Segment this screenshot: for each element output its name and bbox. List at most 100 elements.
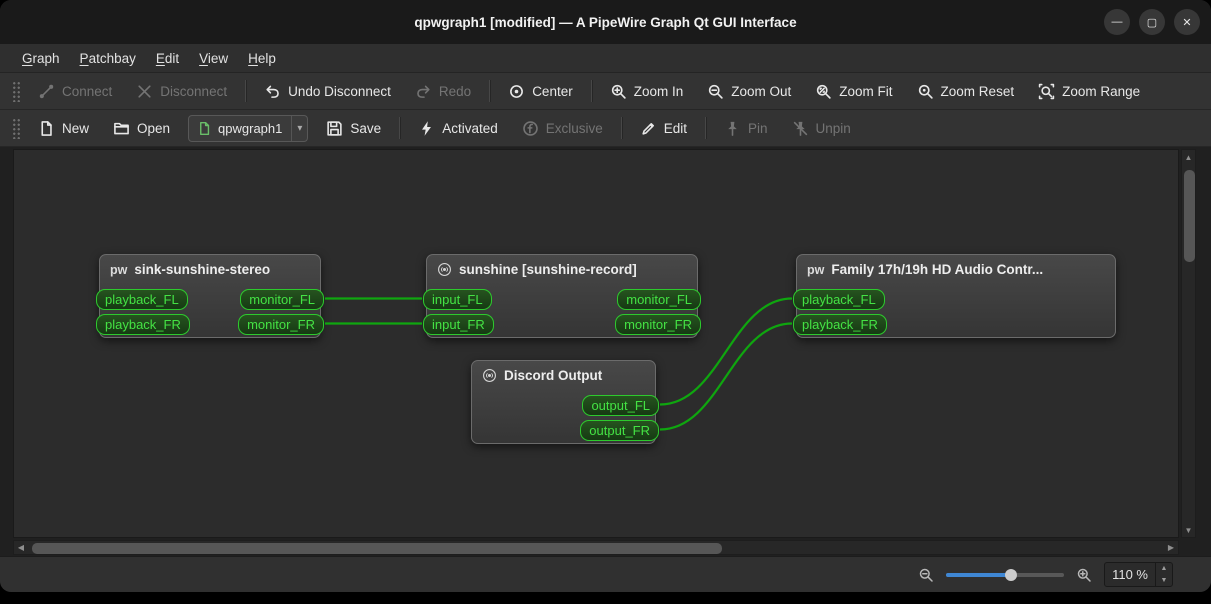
toolbar-button-label: Center	[532, 83, 573, 99]
toolbar-button-label: Undo Disconnect	[288, 83, 391, 99]
zoom-slider[interactable]	[946, 567, 1065, 583]
new-icon	[38, 120, 55, 137]
maximize-icon: ▢	[1146, 16, 1158, 29]
menu-view[interactable]: View	[189, 44, 238, 72]
port-input-fr[interactable]: input_FR	[423, 314, 494, 335]
zoom-out-small-icon[interactable]	[918, 567, 934, 583]
toolbar-handle[interactable]	[11, 80, 20, 102]
toolbar-button-edit[interactable]: Edit	[629, 115, 698, 142]
port-output-fl[interactable]: output_FL	[582, 395, 659, 416]
qpwgraph-window: qpwgraph1 [modified] — A PipeWire Graph …	[0, 0, 1211, 592]
close-button[interactable]: ✕	[1174, 9, 1200, 35]
toolbar-button-label: Exclusive	[545, 120, 603, 136]
wire-discord-output-output-fr-to-family-hd-audio-playback-fr[interactable]	[659, 322, 793, 431]
toolbar-button-zoom-reset[interactable]: Zoom Reset	[906, 78, 1026, 105]
window-controls: — ▢ ✕	[1104, 9, 1200, 35]
toolbar-button-label: Open	[137, 120, 171, 136]
chevron-down-icon: ▾	[291, 115, 302, 141]
toolbar-button-disconnect[interactable]: Disconnect	[125, 78, 238, 105]
toolbar-button-zoom-range[interactable]: Zoom Range	[1027, 78, 1151, 105]
scroll-down-arrow[interactable]: ▼	[1182, 523, 1196, 537]
port-playback-fr[interactable]: playback_FR	[793, 314, 887, 335]
redo-icon	[415, 83, 432, 100]
maximize-button[interactable]: ▢	[1139, 9, 1165, 35]
toolbar-button-label: Connect	[62, 83, 113, 99]
patchbay-combo-value: qpwgraph1	[218, 120, 283, 136]
node-title: pw sink-sunshine-stereo	[100, 255, 320, 277]
toolbar-button-connect[interactable]: Connect	[27, 78, 123, 105]
zoom-slider-thumb[interactable]	[1004, 568, 1017, 581]
port-playback-fr[interactable]: playback_FR	[96, 314, 190, 335]
app-icon	[437, 262, 452, 277]
minimize-icon: —	[1111, 16, 1123, 28]
toolbar-button-center[interactable]: Center	[497, 78, 584, 105]
port-input-fl[interactable]: input_FL	[423, 289, 492, 310]
app-icon	[482, 368, 497, 383]
node-discord-output[interactable]: Discord Output output_FL output_FR	[471, 360, 659, 444]
port-playback-fl[interactable]: playback_FL	[793, 289, 885, 310]
toolbar-button-zoom-out[interactable]: Zoom Out	[696, 78, 802, 105]
toolbar-button-exclusive[interactable]: Exclusive	[511, 115, 614, 142]
scroll-right-arrow[interactable]: ▶	[1164, 541, 1178, 555]
toolbar-button-zoom-in[interactable]: Zoom In	[599, 78, 695, 105]
toolbar-handle[interactable]	[11, 117, 20, 139]
exclusive-icon	[522, 120, 539, 137]
toolbar-button-save[interactable]: Save	[315, 115, 392, 142]
toolbar-button-open[interactable]: Open	[102, 115, 181, 142]
toolbar-button-label: New	[62, 120, 90, 136]
toolbar-button-zoom-fit[interactable]: Zoom Fit	[804, 78, 903, 105]
node-title-text: sink-sunshine-stereo	[134, 262, 271, 277]
spin-down-arrow[interactable]: ▼	[1156, 575, 1172, 587]
menu-edit[interactable]: Edit	[146, 44, 189, 72]
graph-canvas[interactable]: pw sink-sunshine-stereo playback_FL playbac…	[13, 149, 1179, 538]
menu-graph[interactable]: Graph	[12, 44, 70, 72]
toolbar-button-undo-disconnect[interactable]: Undo Disconnect	[253, 78, 402, 105]
toolbar-separator	[590, 80, 592, 102]
node-family-hd-audio[interactable]: pw Family 17h/19h HD Audio Contr... playba…	[793, 254, 1116, 338]
node-sink-sunshine-stereo[interactable]: pw sink-sunshine-stereo playback_FLplaybac…	[96, 254, 324, 338]
disconnect-icon	[136, 83, 153, 100]
spin-up-arrow[interactable]: ▲	[1156, 563, 1172, 575]
minimize-button[interactable]: —	[1104, 9, 1130, 35]
toolbar-main: Connect Disconnect Undo Disconnect Redo …	[0, 73, 1211, 110]
toolbar-button-unpin[interactable]: Unpin	[781, 115, 862, 142]
horizontal-scroll-handle[interactable]	[32, 543, 722, 554]
vertical-scrollbar[interactable]: ▲ ▼	[1181, 149, 1196, 538]
open-icon	[113, 120, 130, 137]
toolbar-button-new[interactable]: New	[27, 115, 100, 142]
port-monitor-fr[interactable]: monitor_FR	[615, 314, 701, 335]
toolbar-separator	[489, 80, 491, 102]
toolbar-button-activated[interactable]: Activated	[407, 115, 509, 142]
horizontal-scrollbar[interactable]: ◀ ▶	[13, 540, 1179, 555]
file-icon	[197, 121, 212, 136]
scroll-up-arrow[interactable]: ▲	[1182, 150, 1196, 164]
toolbar-button-redo[interactable]: Redo	[404, 78, 482, 105]
menu-help[interactable]: Help	[238, 44, 286, 72]
vertical-scroll-handle[interactable]	[1184, 170, 1195, 262]
toolbar-button-label: Unpin	[815, 120, 851, 136]
scroll-left-arrow[interactable]: ◀	[14, 541, 28, 555]
menu-patchbay[interactable]: Patchbay	[70, 44, 146, 72]
spinbox-arrows: ▲ ▼	[1155, 563, 1172, 586]
edit-icon	[640, 120, 657, 137]
connect-icon	[38, 83, 55, 100]
zoom-percent-spinbox[interactable]: 110 % ▲ ▼	[1104, 562, 1173, 587]
toolbar-button-label: Redo	[438, 83, 472, 99]
pw-icon: pw	[807, 262, 825, 277]
undo-icon	[264, 83, 281, 100]
toolbar-separator	[705, 117, 707, 139]
port-monitor-fl[interactable]: monitor_FL	[240, 289, 324, 310]
toolbar-button-pin[interactable]: Pin	[713, 115, 779, 142]
activated-icon	[418, 120, 435, 137]
port-playback-fl[interactable]: playback_FL	[96, 289, 188, 310]
zoom-in-small-icon[interactable]	[1076, 567, 1092, 583]
title-bar[interactable]: qpwgraph1 [modified] — A PipeWire Graph …	[0, 0, 1211, 44]
pw-icon: pw	[110, 262, 128, 277]
port-monitor-fr[interactable]: monitor_FR	[238, 314, 324, 335]
zoom-range-icon	[1038, 83, 1055, 100]
port-monitor-fl[interactable]: monitor_FL	[617, 289, 701, 310]
port-output-fr[interactable]: output_FR	[580, 420, 659, 441]
node-sunshine-record[interactable]: sunshine [sunshine-record] input_FL input_…	[423, 254, 701, 338]
patchbay-combo[interactable]: qpwgraph1 ▾	[188, 114, 309, 142]
zoom-reset-icon	[917, 83, 934, 100]
